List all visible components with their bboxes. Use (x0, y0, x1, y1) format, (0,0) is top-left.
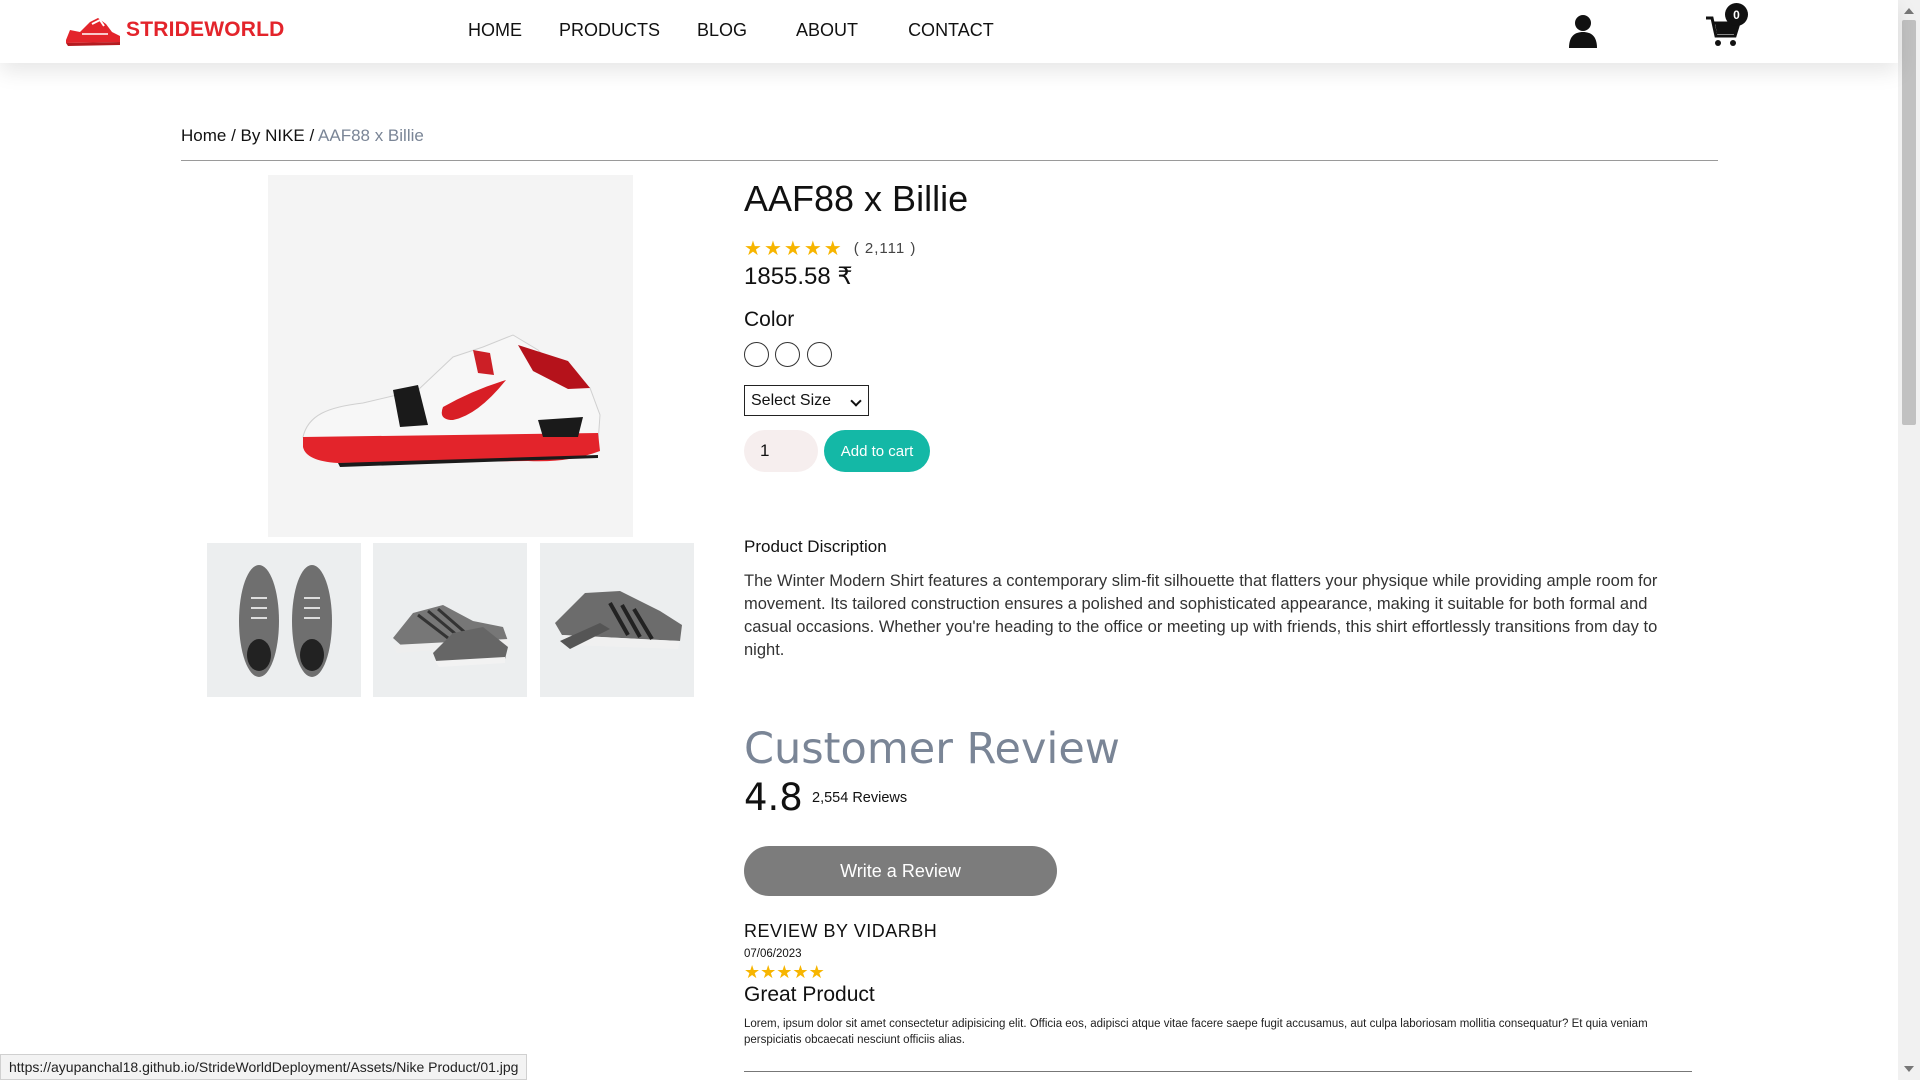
color-swatch-2[interactable] (775, 342, 800, 367)
sneaker-logo-icon (66, 18, 120, 46)
star-icon: ★ (823, 236, 842, 260)
scroll-up-arrow-icon[interactable] (1904, 8, 1914, 14)
review-stars: ★ ★ ★ ★ ★ (744, 962, 825, 983)
product-price: 1855.58 ₹ (744, 263, 853, 290)
main-product-image[interactable] (268, 175, 633, 537)
nav-products[interactable]: PRODUCTS (559, 20, 660, 41)
breadcrumb: Home / By NIKE / AAF88 x Billie (181, 126, 424, 146)
write-review-button[interactable]: Write a Review (744, 846, 1057, 896)
nav-about[interactable]: ABOUT (796, 20, 858, 41)
star-icon: ★ (803, 236, 822, 260)
color-swatch-1[interactable] (744, 342, 769, 367)
status-bar-url: https://ayupanchal18.github.io/StrideWor… (0, 1054, 528, 1080)
review-body: Lorem, ipsum dolor sit amet consectetur … (744, 1018, 1648, 1046)
star-icon: ★ (783, 236, 802, 260)
grey-sneaker-side-image (555, 591, 682, 649)
vertical-scrollbar[interactable] (1898, 0, 1920, 1080)
review-title: Great Product (744, 983, 875, 1006)
main-nav: HOME PRODUCTS BLOG ABOUT CONTACT (468, 20, 1031, 41)
star-icon: ★ (760, 962, 777, 983)
customer-review-heading: Customer Review (744, 724, 1120, 774)
brand-name: STRIDEWORLD (126, 18, 285, 41)
review-count: 2,554 Reviews (812, 790, 908, 806)
brand-logo[interactable]: STRIDEWORLD (62, 10, 285, 50)
average-rating: 4.8 (744, 776, 803, 819)
star-icon: ★ (792, 962, 809, 983)
size-select[interactable]: Select Size (744, 385, 869, 416)
description-title: Product Discription (744, 537, 887, 556)
star-icon: ★ (776, 962, 793, 983)
scroll-down-arrow-icon[interactable] (1904, 1066, 1914, 1072)
review-date: 07/06/2023 (744, 948, 802, 960)
add-to-cart-button[interactable]: Add to cart (824, 430, 930, 472)
nav-home[interactable]: HOME (468, 20, 522, 41)
thumbnail-3[interactable] (540, 543, 694, 697)
star-icon: ★ (763, 236, 782, 260)
star-icon: ★ (744, 236, 762, 260)
star-icon: ★ (744, 962, 761, 983)
breadcrumb-divider (181, 160, 1718, 161)
quantity-input[interactable]: 1 (744, 430, 818, 472)
description-text: The Winter Modern Shirt features a conte… (744, 572, 1658, 659)
thumbnail-1[interactable] (207, 543, 361, 697)
nav-blog[interactable]: BLOG (697, 20, 747, 41)
product-title: AAF88 x Billie (744, 178, 969, 219)
scrollbar-thumb[interactable] (1902, 20, 1916, 425)
rating-count: ( 2,111 ) (853, 239, 917, 257)
color-label: Color (744, 308, 795, 331)
chevron-down-icon (850, 395, 862, 407)
review-divider (744, 1071, 1692, 1072)
breadcrumb-home[interactable]: Home / (181, 126, 236, 145)
color-swatch-3[interactable] (807, 342, 832, 367)
grey-sneaker-pair-image (393, 605, 508, 667)
breadcrumb-brand[interactable]: By NIKE / (241, 126, 315, 145)
size-select-value: Select Size (751, 391, 832, 409)
thumbnail-2[interactable] (373, 543, 527, 697)
review-author: REVIEW BY VIDARBH (744, 921, 938, 941)
star-icon: ★ (808, 962, 825, 983)
nav-contact[interactable]: CONTACT (908, 20, 994, 41)
red-sneaker-image (302, 334, 601, 467)
user-icon[interactable] (1568, 14, 1598, 48)
cart-count-badge: 0 (1725, 3, 1748, 26)
product-rating: ★ ★ ★ ★ ★ ( 2,111 ) (744, 236, 916, 260)
breadcrumb-current: AAF88 x Billie (318, 126, 424, 145)
grey-sneaker-top-view-image (239, 565, 332, 677)
top-navbar: STRIDEWORLD HOME PRODUCTS BLOG ABOUT CON… (0, 0, 1898, 63)
